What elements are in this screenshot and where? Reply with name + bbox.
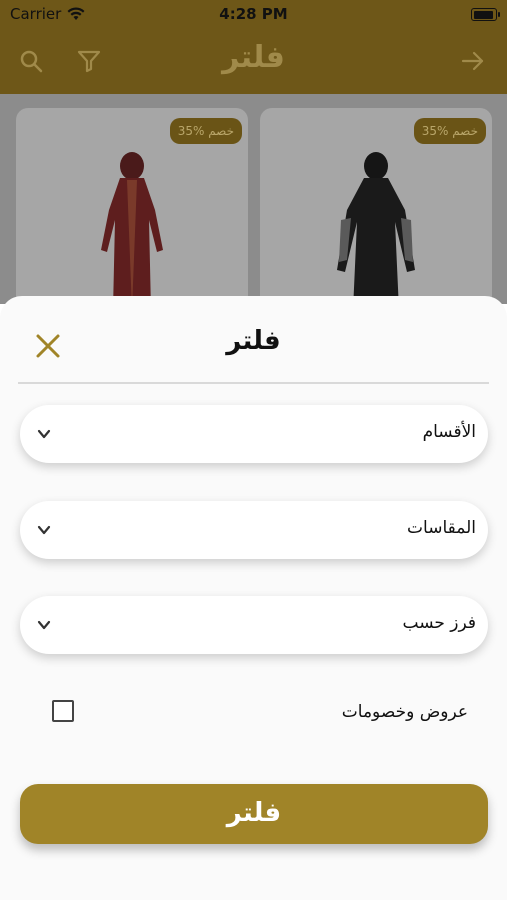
nav-title: فلتر — [222, 40, 285, 75]
chevron-down-icon — [37, 620, 51, 630]
sheet-header: فلتر — [0, 296, 507, 382]
offers-checkbox[interactable] — [52, 700, 74, 722]
nav-bar: فلتر — [0, 30, 507, 94]
sheet-title: فلتر — [226, 326, 281, 356]
sizes-dropdown[interactable]: المقاسات — [20, 501, 488, 559]
status-bar: Carrier 4:28 PM — [0, 0, 507, 30]
offers-row: عروض وخصومات — [20, 694, 488, 734]
product-image — [101, 152, 163, 310]
offers-label: عروض وخصومات — [341, 702, 468, 722]
chevron-down-icon — [37, 525, 51, 535]
dropdown-label: الأقسام — [422, 422, 476, 442]
product-grid: 35% خصم 35% خصم — [0, 94, 507, 318]
dropdown-label: المقاسات — [407, 518, 476, 538]
categories-dropdown[interactable]: الأقسام — [20, 405, 488, 463]
sort-dropdown[interactable]: فرز حسب — [20, 596, 488, 654]
apply-filter-button[interactable]: فلتر — [20, 784, 488, 844]
battery-icon — [471, 8, 500, 21]
discount-badge: 35% خصم — [413, 118, 486, 144]
divider — [18, 382, 489, 384]
discount-badge: 35% خصم — [169, 118, 242, 144]
dropdown-label: فرز حسب — [402, 613, 477, 633]
arrow-right-icon[interactable] — [460, 48, 486, 74]
status-time: 4:28 PM — [219, 5, 288, 23]
product-card[interactable]: 35% خصم — [260, 108, 492, 318]
filter-sheet: فلتر الأقسام المقاسات فرز حسب عروض وخصوم… — [0, 296, 507, 900]
product-image — [337, 152, 415, 310]
product-card[interactable]: 35% خصم — [16, 108, 248, 318]
chevron-down-icon — [37, 429, 51, 439]
